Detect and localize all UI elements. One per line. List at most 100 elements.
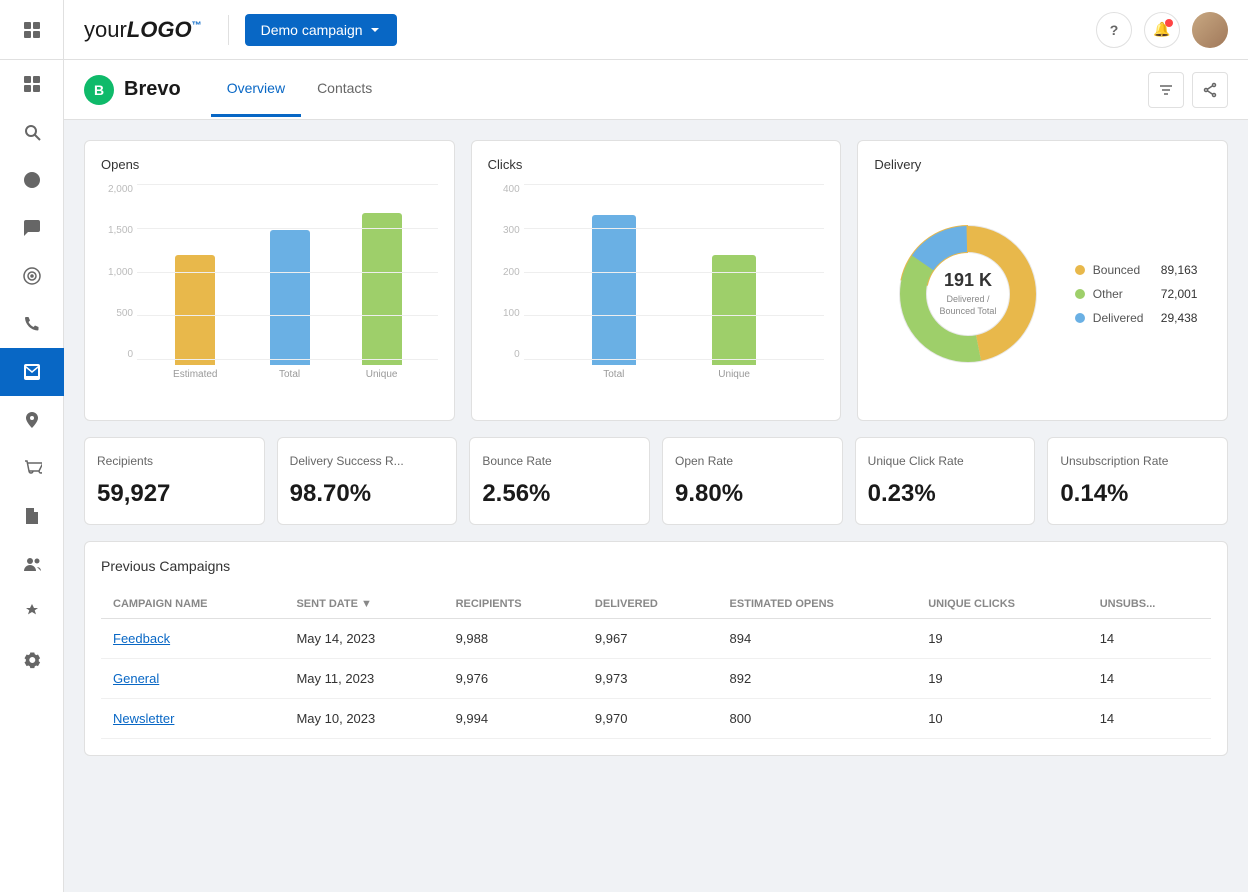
charts-row: Opens 2,000 1,500 1,000 500 0 [84,140,1228,421]
nav-plugin-icon[interactable] [0,588,64,636]
row2-name: General [101,659,284,699]
clicks-bar-unique [712,255,756,365]
clicks-y-100: 100 [488,308,520,319]
nav-grid-icon[interactable] [0,60,64,108]
clicks-y-400: 400 [488,184,520,195]
tab-contacts[interactable]: Contacts [301,62,388,117]
legend-delivered-label: Delivered [1093,311,1153,325]
top-bar-divider [228,15,229,45]
demo-campaign-button[interactable]: Demo campaign [245,14,397,46]
col-unique-clicks: UNIQUE CLICKS [916,590,1088,619]
clicks-y-0: 0 [488,349,520,360]
donut-container: 191 K Delivered / Bounced Total Bounced … [874,184,1211,404]
general-link[interactable]: General [113,671,159,686]
nav-document-icon[interactable] [0,492,64,540]
opens-label-total: Total [279,369,300,380]
row3-name: Newsletter [101,699,284,739]
delivery-chart-title: Delivery [874,157,1211,172]
nav-email-icon[interactable] [0,348,64,396]
col-campaign-name: CAMPAIGN NAME [101,590,284,619]
logo-brand: LOGO [127,17,192,42]
brevo-logo: B [84,75,114,105]
legend-bounced: Bounced 89,163 [1075,263,1198,277]
table-row: Newsletter May 10, 2023 9,994 9,970 800 … [101,699,1211,739]
stat-recipients-label: Recipients [97,454,252,468]
legend-delivered-dot [1075,313,1085,323]
row1-name: Feedback [101,619,284,659]
brevo-logo-letter: B [94,82,104,98]
opens-bar-estimated [175,255,215,365]
notification-badge [1165,19,1173,27]
row2-unsub: 14 [1088,659,1211,699]
row1-unsub: 14 [1088,619,1211,659]
row2-unique-clicks: 19 [916,659,1088,699]
opens-bar-total [270,230,310,365]
row1-recipients: 9,988 [444,619,583,659]
stat-unsub-rate: Unsubscription Rate 0.14% [1047,437,1228,525]
row3-unique-clicks: 10 [916,699,1088,739]
clicks-label-total: Total [603,369,624,380]
demo-campaign-label: Demo campaign [261,22,363,38]
help-button[interactable]: ? [1096,12,1132,48]
legend-bounced-value: 89,163 [1161,263,1198,277]
tab-overview[interactable]: Overview [211,62,301,117]
table-header-row: CAMPAIGN NAME SENT DATE ▼ RECIPIENTS DEL… [101,590,1211,619]
share-button[interactable] [1192,72,1228,108]
nav-people-icon[interactable] [0,540,64,588]
legend-other: Other 72,001 [1075,287,1198,301]
nav-home-icon[interactable] [0,6,63,54]
donut-chart: 191 K Delivered / Bounced Total [888,214,1048,374]
brevo-tabs: Overview Contacts [211,62,389,117]
col-delivered: DELIVERED [583,590,718,619]
svg-text:Delivered /: Delivered / [946,294,990,304]
stat-recipients: Recipients 59,927 [84,437,265,525]
newsletter-link[interactable]: Newsletter [113,711,174,726]
row3-estimated-opens: 800 [718,699,917,739]
col-recipients: RECIPIENTS [444,590,583,619]
stat-bounce-rate: Bounce Rate 2.56% [469,437,650,525]
opens-label-unique: Unique [366,369,398,380]
clicks-chart-title: Clicks [488,157,825,172]
nav-phone-icon[interactable] [0,300,64,348]
nav-cart-icon[interactable] [0,444,64,492]
header-actions [1148,72,1228,108]
legend-bounced-dot [1075,265,1085,275]
clicks-label-unique: Unique [718,369,750,380]
campaigns-table: CAMPAIGN NAME SENT DATE ▼ RECIPIENTS DEL… [101,590,1211,739]
legend-delivered: Delivered 29,438 [1075,311,1198,325]
nav-search-icon[interactable] [0,108,64,156]
nav-chat-icon[interactable] [0,204,64,252]
legend-other-value: 72,001 [1161,287,1198,301]
row3-delivered: 9,970 [583,699,718,739]
clicks-y-300: 300 [488,225,520,236]
feedback-link[interactable]: Feedback [113,631,170,646]
col-sent-date[interactable]: SENT DATE ▼ [284,590,443,619]
brevo-title-section: B Brevo Overview Contacts [84,62,388,117]
avatar-image [1192,12,1228,48]
delivery-chart-card: Delivery [857,140,1228,421]
opens-y-0: 0 [101,349,133,360]
nav-analytics-icon[interactable] [0,156,64,204]
opens-y-1000: 1,000 [101,267,133,278]
stat-bounce-label: Bounce Rate [482,454,637,468]
row1-delivered: 9,967 [583,619,718,659]
nav-settings-icon[interactable] [0,636,64,684]
nav-home-top[interactable] [0,0,63,60]
sort-icon: ▼ [361,598,372,610]
stat-open-label: Open Rate [675,454,830,468]
nav-target-icon[interactable] [0,252,64,300]
avatar[interactable] [1192,12,1228,48]
row1-sent-date: May 14, 2023 [284,619,443,659]
row3-recipients: 9,994 [444,699,583,739]
notification-button[interactable]: 🔔 [1144,12,1180,48]
stat-recipients-value: 59,927 [97,480,252,508]
opens-y-2000: 2,000 [101,184,133,195]
opens-label-estimated: Estimated [173,369,217,380]
nav-location-icon[interactable] [0,396,64,444]
stat-unique-click: Unique Click Rate 0.23% [855,437,1036,525]
filter-button[interactable] [1148,72,1184,108]
logo: yourLOGO™ [84,17,202,43]
clicks-y-200: 200 [488,267,520,278]
opens-chart-title: Opens [101,157,438,172]
content-area: B Brevo Overview Contacts [64,60,1248,892]
